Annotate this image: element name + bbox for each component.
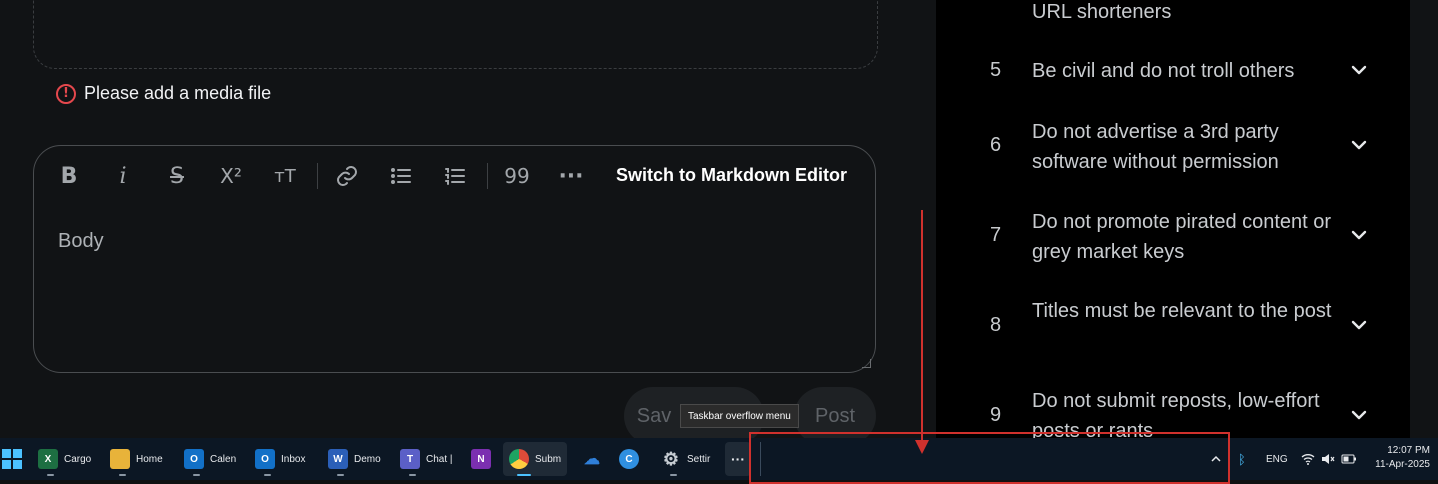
toolbar-divider	[317, 163, 318, 189]
strikethrough-icon[interactable]: S	[160, 161, 194, 191]
error-message: Please add a media file	[84, 83, 272, 103]
battery-icon	[1341, 454, 1356, 464]
bullet-list-icon[interactable]	[384, 161, 418, 191]
taskbar-app-explorer[interactable]: Home	[110, 442, 163, 476]
clock-time: 12:07 PM	[1387, 445, 1430, 456]
toolbar-divider	[487, 163, 488, 189]
taskbar-app-label: Chat |	[426, 453, 453, 465]
taskbar-app-label: Inbox	[281, 453, 306, 465]
quote-icon[interactable]: 99	[500, 161, 534, 191]
rule-item[interactable]: 6 Do not advertise a 3rd party software …	[936, 117, 1410, 207]
taskbar-app-label: Cargo	[64, 453, 92, 465]
post-label: Post	[814, 404, 856, 427]
rule-number: 9	[990, 404, 1002, 426]
system-status-cluster[interactable]	[1301, 438, 1357, 480]
taskbar-app-onedrive[interactable]: ☁	[582, 442, 602, 476]
link-icon[interactable]	[330, 161, 364, 191]
body-input[interactable]: Body	[58, 230, 104, 253]
heading-icon[interactable]: ᴛT	[268, 161, 302, 191]
chevron-down-icon[interactable]	[1350, 136, 1368, 154]
annotation-arrow-line	[921, 210, 923, 446]
rule-text: Do not submit reposts, low-effort posts …	[1032, 390, 1320, 438]
numbered-list-icon[interactable]	[438, 161, 472, 191]
media-error: ! Please add a media file	[56, 83, 271, 104]
rule-item[interactable]: 9 Do not submit reposts, low-effort post…	[936, 386, 1410, 438]
chevron-down-icon[interactable]	[1350, 61, 1368, 79]
media-dropzone[interactable]	[33, 0, 878, 69]
folder-icon	[110, 449, 130, 469]
format-toolbar: B i S X² ᴛT 99 ··· Switch to Markdown Ed…	[34, 146, 875, 206]
rule-number: 4	[990, 0, 1001, 1]
rule-item[interactable]: 8 Titles must be relevant to the post	[936, 296, 1410, 386]
onedrive-icon: ☁	[584, 451, 600, 468]
chevron-down-icon[interactable]	[1350, 406, 1368, 424]
bluetooth-icon[interactable]: ᛒ	[1238, 438, 1246, 480]
chevron-down-icon[interactable]	[1350, 226, 1368, 244]
taskbar-app-settings[interactable]: ⚙ Settir	[661, 442, 710, 476]
rule-number: 7	[990, 224, 1002, 246]
taskbar-app-label: Calen	[210, 453, 237, 465]
taskbar-app-chrome[interactable]: Subm	[503, 442, 568, 476]
taskbar-app-word[interactable]: W Demo	[328, 442, 381, 476]
taskbar-app-teams[interactable]: T Chat |	[400, 442, 453, 476]
body-editor[interactable]: B i S X² ᴛT 99 ··· Switch to Markdown Ed…	[33, 145, 876, 373]
settings-icon: ⚙	[662, 448, 680, 469]
taskbar-app-outlook-inbox[interactable]: O Inbox	[255, 442, 305, 476]
chrome-icon	[509, 449, 529, 469]
taskbar-app-label: Demo	[354, 453, 381, 465]
rule-number: 5	[990, 59, 1002, 81]
rule-text: URL shorteners	[1032, 1, 1172, 23]
start-button[interactable]	[2, 442, 22, 476]
rule-text: Do not promote pirated content or grey m…	[1032, 211, 1332, 263]
resize-handle[interactable]	[862, 359, 871, 368]
superscript-icon[interactable]: X²	[214, 161, 248, 191]
page-scroll-gutter	[1410, 0, 1438, 438]
taskbar-app-onenote[interactable]: N	[471, 442, 491, 476]
rule-item[interactable]: 7 Do not promote pirated content or grey…	[936, 207, 1410, 297]
taskbar-app-label: Home	[136, 453, 163, 465]
language-indicator[interactable]: ENG	[1266, 438, 1288, 480]
switch-markdown-button[interactable]: Switch to Markdown Editor	[616, 165, 847, 186]
system-clock[interactable]: 12:07 PM 11-Apr-2025	[1375, 444, 1430, 472]
italic-icon[interactable]: i	[106, 161, 140, 191]
annotation-highlight-box	[749, 432, 1230, 484]
excel-icon: X	[38, 449, 58, 469]
rule-text: Do not advertise a 3rd party software wi…	[1032, 121, 1279, 173]
wifi-icon	[1301, 454, 1315, 465]
volume-muted-icon	[1322, 454, 1335, 464]
cortana-icon: C	[619, 449, 639, 469]
onenote-icon: N	[471, 449, 491, 469]
teams-icon: T	[400, 449, 420, 469]
taskbar-app-outlook-calendar[interactable]: O Calen	[184, 442, 236, 476]
rule-text: Titles must be relevant to the post	[1032, 300, 1332, 322]
community-rules-panel: 4 URL shorteners 5 Be civil and do not t…	[936, 0, 1410, 438]
chevron-down-icon[interactable]	[1350, 316, 1368, 334]
more-options-icon[interactable]: ···	[554, 161, 588, 191]
bold-icon[interactable]: B	[52, 161, 86, 191]
rule-number: 6	[990, 134, 1002, 156]
outlook-icon: O	[255, 449, 275, 469]
outlook-icon: O	[184, 449, 204, 469]
windows-logo-icon	[2, 449, 22, 469]
taskbar-app-excel[interactable]: X Cargo	[38, 442, 91, 476]
taskbar-app-cortana[interactable]: C	[619, 442, 639, 476]
taskbar-app-label: Settir	[687, 453, 711, 465]
post-editor-area: ! Please add a media file B i S X² ᴛT 99…	[0, 0, 936, 445]
taskbar-overflow-button[interactable]: ···	[725, 442, 751, 476]
rule-number: 8	[990, 314, 1002, 336]
word-icon: W	[328, 449, 348, 469]
taskbar-app-label: Subm	[535, 453, 562, 465]
error-icon: !	[56, 83, 76, 104]
save-label: Sav	[636, 404, 672, 427]
rule-text: Be civil and do not troll others	[1032, 60, 1295, 82]
clock-date: 11-Apr-2025	[1375, 459, 1430, 470]
overflow-tooltip: Taskbar overflow menu	[680, 404, 799, 428]
